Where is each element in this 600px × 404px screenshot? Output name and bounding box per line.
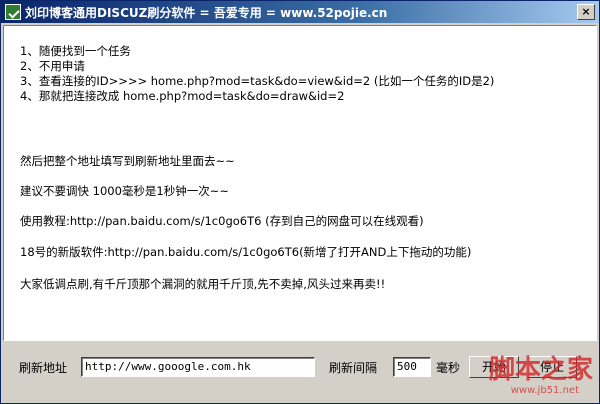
- app-check-icon: [5, 4, 21, 20]
- instruction-line-9: 大家低调点刷,有千斤顶那个漏洞的就用千斤顶,先不卖掉,风头过来再卖!!: [20, 277, 386, 291]
- refresh-url-input[interactable]: http://www.gooogle.com.hk: [81, 357, 315, 377]
- site-watermark: 脚本之家: [488, 355, 593, 385]
- interval-label: 刷新间隔: [329, 361, 378, 375]
- instruction-line-5: 然后把整个地址填写到刷新地址里面去~~: [20, 154, 235, 168]
- instruction-line-1: 1、随便找到一个任务: [20, 44, 131, 58]
- instruction-line-3: 3、查看连接的ID>>>> home.php?mod=task&do=view&…: [20, 74, 495, 88]
- site-watermark-url: www.jb51.net: [510, 385, 579, 396]
- instruction-line-6: 建议不要调快 1000毫秒是1秒钟一次~~: [20, 184, 230, 198]
- new-version-link-line: 18号的新版软件:http://pan.baidu.com/s/1c0go6T6…: [20, 245, 472, 259]
- window-title: 刘印博客通用DISCUZ刷分软件 = 吾爱专用 = www.52pojie.cn: [25, 6, 388, 20]
- tutorial-link-line: 使用教程:http://pan.baidu.com/s/1c0go6T6 (存到…: [20, 214, 424, 228]
- app-window: 刘印博客通用DISCUZ刷分软件 = 吾爱专用 = www.52pojie.cn…: [0, 0, 600, 404]
- instruction-line-2: 2、不用申请: [20, 59, 85, 73]
- title-bar[interactable]: 刘印博客通用DISCUZ刷分软件 = 吾爱专用 = www.52pojie.cn…: [1, 1, 599, 23]
- interval-input[interactable]: 500: [393, 357, 431, 377]
- refresh-url-label: 刷新地址: [19, 361, 68, 375]
- ms-unit-label: 毫秒: [436, 361, 461, 375]
- instruction-line-4: 4、那就把连接改成 home.php?mod=task&do=draw&id=2: [20, 89, 345, 103]
- instructions-panel: 1、随便找到一个任务 2、不用申请 3、查看连接的ID>>>> home.php…: [3, 25, 597, 341]
- close-button[interactable]: ×: [577, 4, 595, 20]
